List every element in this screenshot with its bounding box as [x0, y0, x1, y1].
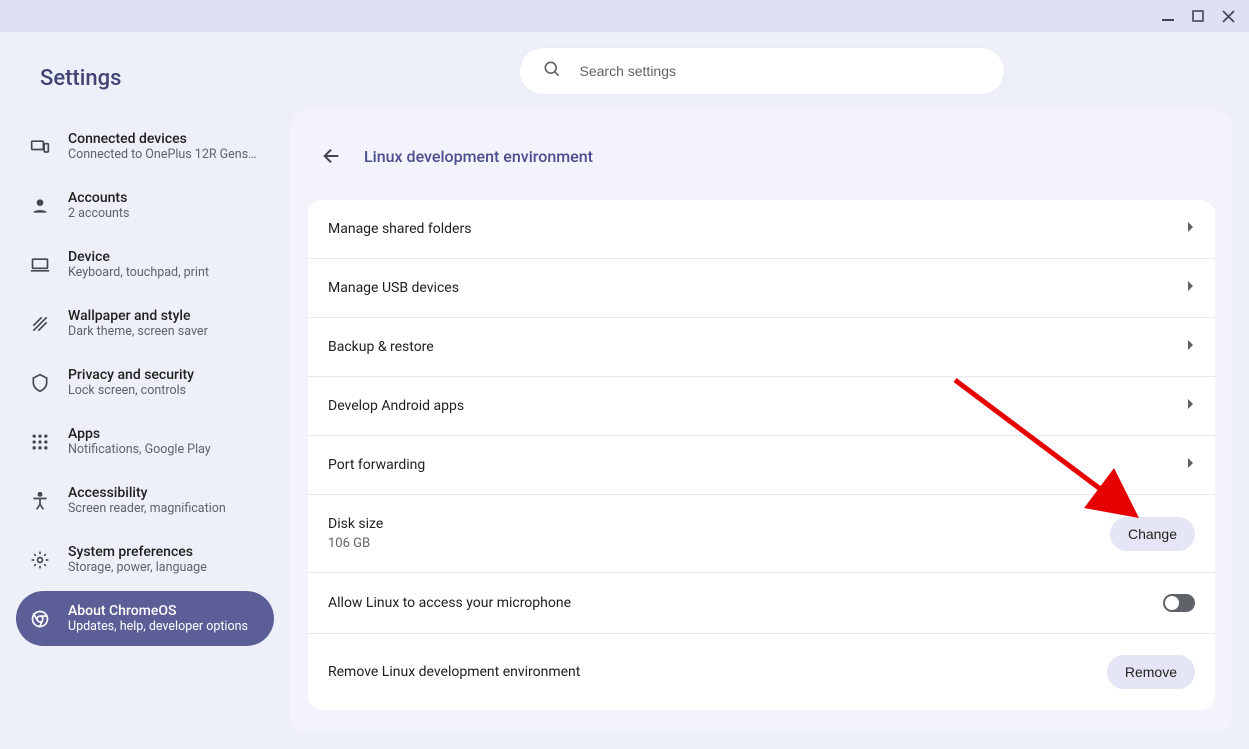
maximize-icon[interactable] [1192, 10, 1204, 22]
nav-sub: Dark theme, screen saver [68, 324, 208, 339]
nav-title: Connected devices [68, 131, 257, 147]
nav-title: Wallpaper and style [68, 308, 208, 324]
search-box[interactable] [520, 48, 1004, 94]
nav-title: About ChromeOS [68, 603, 248, 619]
change-button[interactable]: Change [1110, 517, 1195, 551]
chevron-right-icon [1187, 457, 1195, 473]
account-icon [30, 196, 50, 216]
sidebar-item-system-preferences[interactable]: System preferencesStorage, power, langua… [16, 532, 274, 587]
row-label: Allow Linux to access your microphone [328, 595, 571, 611]
chevron-right-icon [1187, 280, 1195, 296]
row-label: Disk size [328, 516, 383, 532]
sidebar-item-accessibility[interactable]: AccessibilityScreen reader, magnificatio… [16, 473, 274, 528]
settings-list: Manage shared folders Manage USB devices… [308, 200, 1215, 710]
sidebar-item-accounts[interactable]: Accounts2 accounts [16, 178, 274, 233]
settings-card: Linux development environment Manage sha… [290, 110, 1233, 733]
search-icon [542, 59, 562, 83]
sidebar-item-about-chromeos[interactable]: About ChromeOSUpdates, help, developer o… [16, 591, 274, 646]
sidebar-item-apps[interactable]: AppsNotifications, Google Play [16, 414, 274, 469]
gear-icon [30, 550, 50, 570]
sidebar-item-wallpaper[interactable]: Wallpaper and styleDark theme, screen sa… [16, 296, 274, 351]
row-disk-size: Disk size 106 GB Change [308, 495, 1215, 573]
nav-title: Accessibility [68, 485, 226, 501]
nav-sub: Updates, help, developer options [68, 619, 248, 634]
window-titlebar [0, 0, 1249, 32]
row-port-forwarding[interactable]: Port forwarding [308, 436, 1215, 495]
row-remove-linux: Remove Linux development environment Rem… [308, 634, 1215, 710]
nav-title: Privacy and security [68, 367, 194, 383]
row-label: Manage shared folders [328, 221, 471, 237]
nav-title: Apps [68, 426, 211, 442]
nav-title: System preferences [68, 544, 207, 560]
accessibility-icon [30, 491, 50, 511]
nav-sub: Connected to OnePlus 12R Gens… [68, 147, 257, 162]
main-content: Linux development environment Manage sha… [290, 32, 1249, 749]
page-title: Linux development environment [364, 147, 593, 166]
row-manage-shared-folders[interactable]: Manage shared folders [308, 200, 1215, 259]
nav-sub: Storage, power, language [68, 560, 207, 575]
nav-sub: Lock screen, controls [68, 383, 194, 398]
back-button[interactable] [314, 138, 350, 174]
close-icon[interactable] [1222, 10, 1235, 23]
nav-sub: Screen reader, magnification [68, 501, 226, 516]
nav-sub: Keyboard, touchpad, print [68, 265, 209, 280]
sidebar-item-privacy[interactable]: Privacy and securityLock screen, control… [16, 355, 274, 410]
app-title: Settings [16, 48, 274, 115]
sidebar-item-device[interactable]: DeviceKeyboard, touchpad, print [16, 237, 274, 292]
row-label: Port forwarding [328, 457, 425, 473]
row-label: Develop Android apps [328, 398, 464, 414]
nav-title: Accounts [68, 190, 129, 206]
shield-icon [30, 373, 50, 393]
row-develop-android-apps[interactable]: Develop Android apps [308, 377, 1215, 436]
palette-icon [30, 314, 50, 334]
row-backup-restore[interactable]: Backup & restore [308, 318, 1215, 377]
sidebar: Settings Connected devicesConnected to O… [0, 32, 290, 749]
chevron-right-icon [1187, 339, 1195, 355]
row-label: Remove Linux development environment [328, 664, 580, 680]
nav-sub: 2 accounts [68, 206, 129, 221]
row-manage-usb-devices[interactable]: Manage USB devices [308, 259, 1215, 318]
remove-button[interactable]: Remove [1107, 655, 1195, 689]
row-label: Backup & restore [328, 339, 434, 355]
nav-title: Device [68, 249, 209, 265]
devices-icon [30, 137, 50, 157]
minimize-icon[interactable] [1162, 10, 1174, 22]
row-label: Manage USB devices [328, 280, 459, 296]
chrome-icon [30, 609, 50, 629]
sidebar-item-connected-devices[interactable]: Connected devicesConnected to OnePlus 12… [16, 119, 274, 174]
chevron-right-icon [1187, 398, 1195, 414]
nav-sub: Notifications, Google Play [68, 442, 211, 457]
search-input[interactable] [580, 63, 982, 79]
chevron-right-icon [1187, 221, 1195, 237]
microphone-toggle[interactable] [1163, 594, 1195, 612]
row-microphone-access: Allow Linux to access your microphone [308, 573, 1215, 634]
disk-size-value: 106 GB [328, 536, 383, 551]
apps-grid-icon [30, 432, 50, 452]
laptop-icon [30, 255, 50, 275]
